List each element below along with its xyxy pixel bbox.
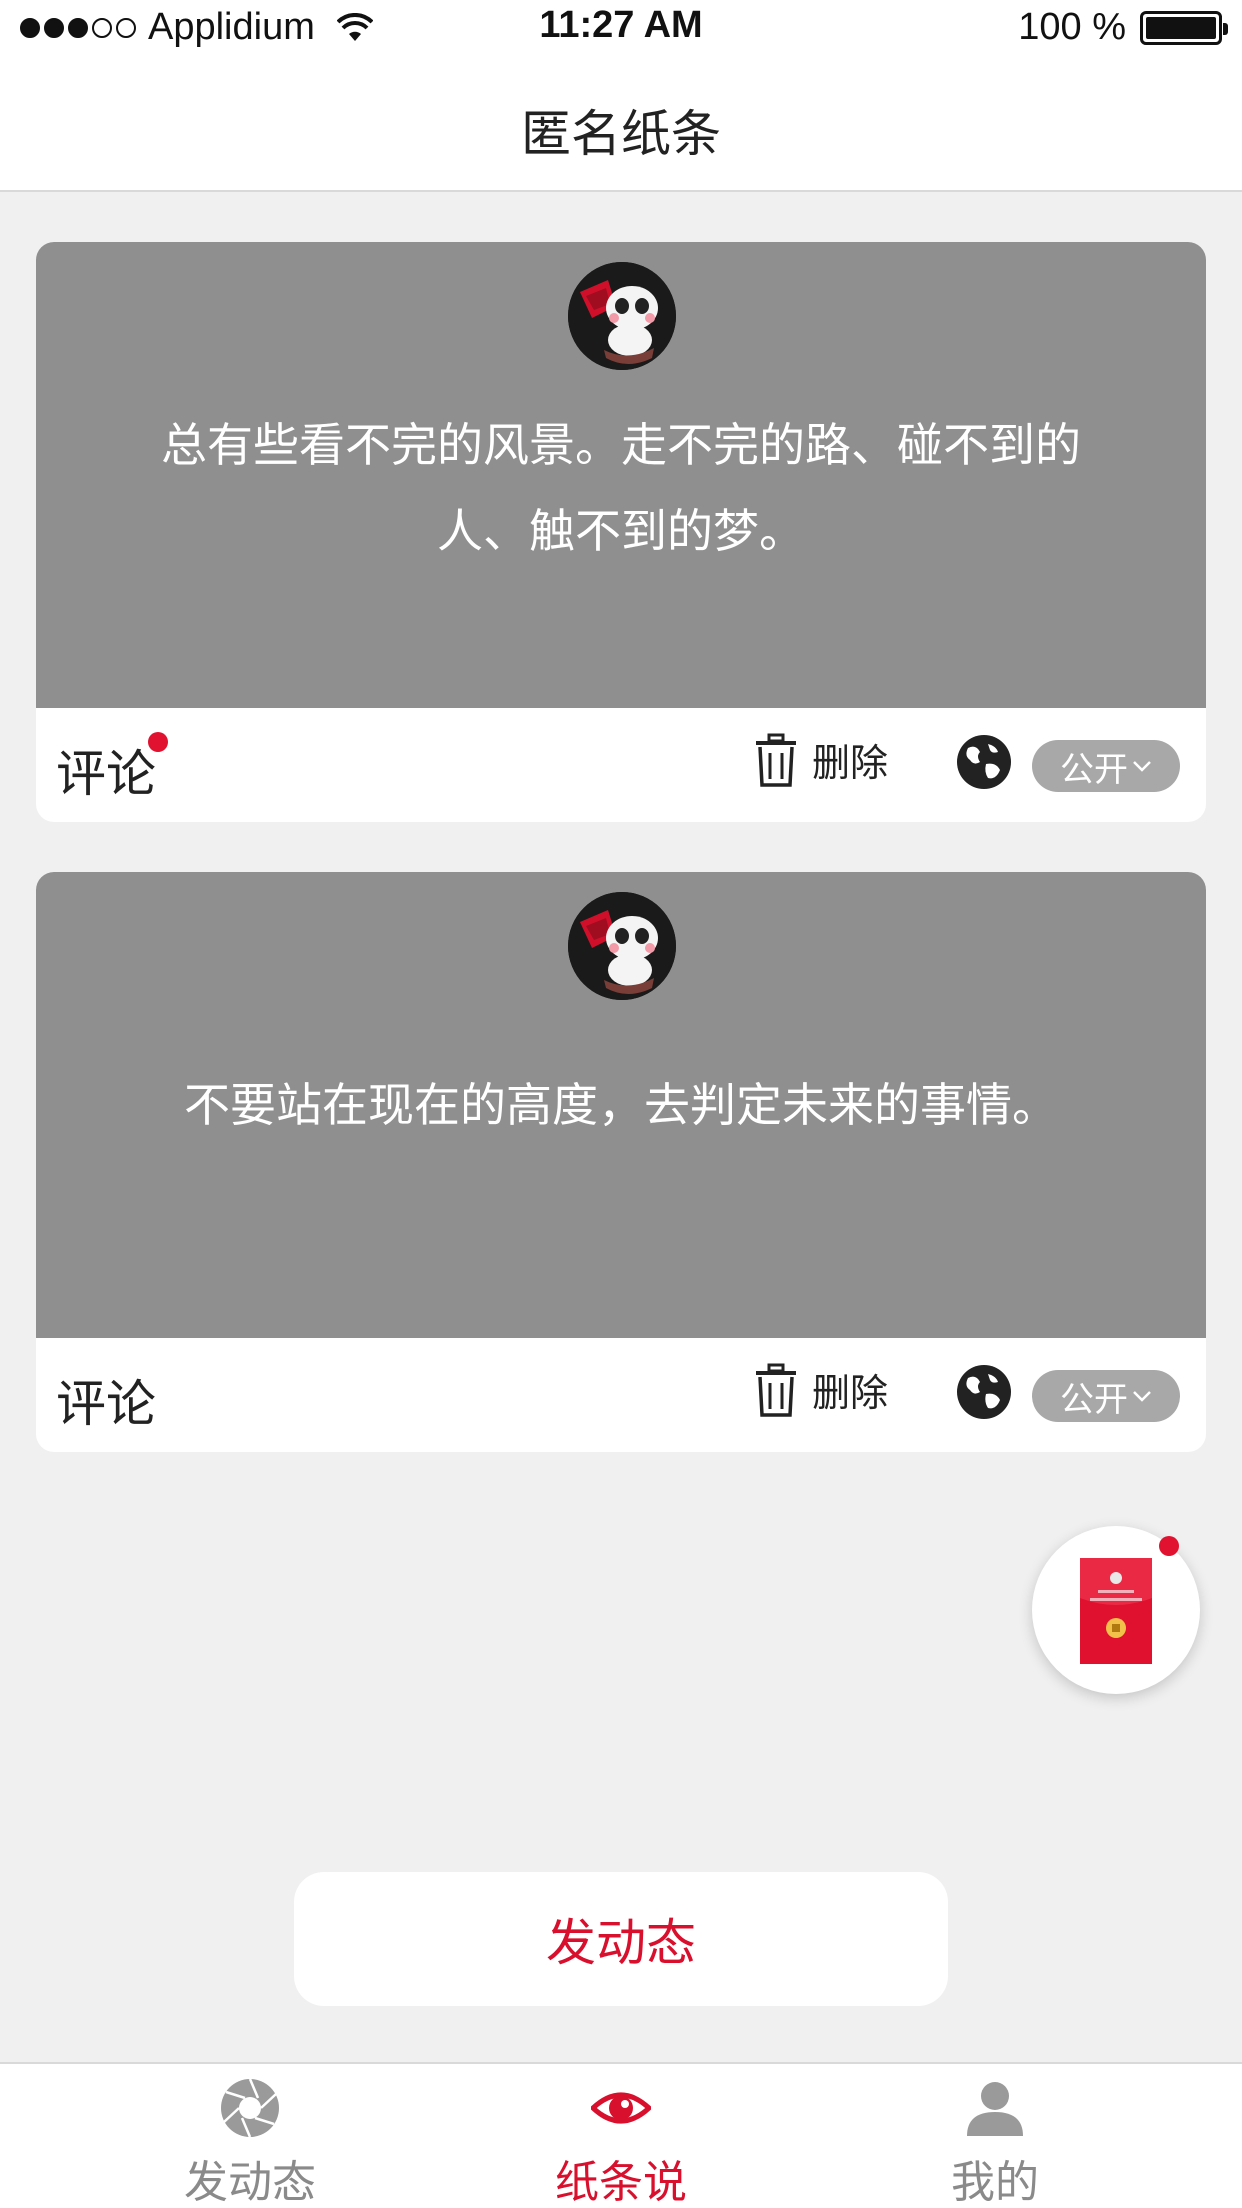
avatar[interactable] (568, 892, 676, 1000)
note-card-body[interactable]: 总有些看不完的风景。走不完的路、碰不到的人、触不到的梦。 (36, 242, 1206, 708)
status-bar: Applidium 11:27 AM 100 % (0, 0, 1242, 56)
visibility-label: 公开 (1060, 749, 1128, 790)
tab-post[interactable]: 发动态 (100, 2064, 400, 2208)
user-icon (967, 2082, 1023, 2136)
battery-percent: 100 % (1018, 6, 1126, 48)
avatar[interactable] (568, 262, 676, 370)
delete-label: 删除 (812, 1371, 889, 1415)
unread-dot (148, 732, 168, 752)
note-card-body[interactable]: 不要站在现在的高度，去判定未来的事情。 (36, 872, 1206, 1338)
note-card[interactable]: 总有些看不完的风景。走不完的路、碰不到的人、触不到的梦。 评论 删除 公开 (36, 242, 1206, 822)
tab-bar: 发动态 纸条说 我的 (0, 2062, 1242, 2208)
tab-profile[interactable]: 我的 (845, 2064, 1145, 2208)
aperture-icon (221, 2078, 279, 2138)
trash-icon (756, 1363, 796, 1417)
comment-button[interactable]: 评论 (56, 1364, 156, 1436)
panda-avatar-icon (568, 892, 676, 1000)
chevron-down-icon (1133, 761, 1151, 772)
visibility-dropdown[interactable]: 公开 (1032, 740, 1180, 792)
visibility-dropdown[interactable]: 公开 (1032, 1370, 1180, 1422)
eye-icon (591, 2092, 651, 2124)
chevron-down-icon (1133, 1391, 1151, 1402)
delete-label: 删除 (812, 741, 889, 785)
tab-label: 我的 (951, 2157, 1039, 2208)
page-title: 匿名纸条 (521, 105, 721, 163)
status-right: 100 % (1018, 6, 1228, 49)
comment-button[interactable]: 评论 (56, 734, 156, 806)
note-text: 总有些看不完的风景。走不完的路、碰不到的人、触不到的梦。 (161, 418, 1081, 558)
delete-button[interactable]: 删除 (754, 732, 888, 787)
note-text: 不要站在现在的高度，去判定未来的事情。 (184, 1078, 1058, 1132)
tab-label: 纸条说 (555, 2157, 687, 2208)
visibility-label: 公开 (1060, 1379, 1128, 1420)
note-card-footer: 评论 删除 公开 (36, 1338, 1206, 1452)
note-card[interactable]: 不要站在现在的高度，去判定未来的事情。 评论 删除 公开 (36, 872, 1206, 1452)
globe-icon[interactable] (956, 1364, 1012, 1420)
nav-bar: 匿名纸条 (0, 56, 1242, 192)
post-button[interactable]: 发动态 (294, 1872, 948, 2006)
tab-label: 发动态 (184, 2157, 316, 2208)
note-card-footer: 评论 删除 公开 (36, 708, 1206, 822)
trash-icon (756, 733, 796, 787)
tab-notes[interactable]: 纸条说 (471, 2064, 771, 2208)
notification-dot (1159, 1536, 1179, 1556)
battery-icon (1140, 10, 1228, 45)
panda-avatar-icon (568, 262, 676, 370)
delete-button[interactable]: 删除 (754, 1362, 888, 1417)
globe-icon[interactable] (956, 734, 1012, 790)
